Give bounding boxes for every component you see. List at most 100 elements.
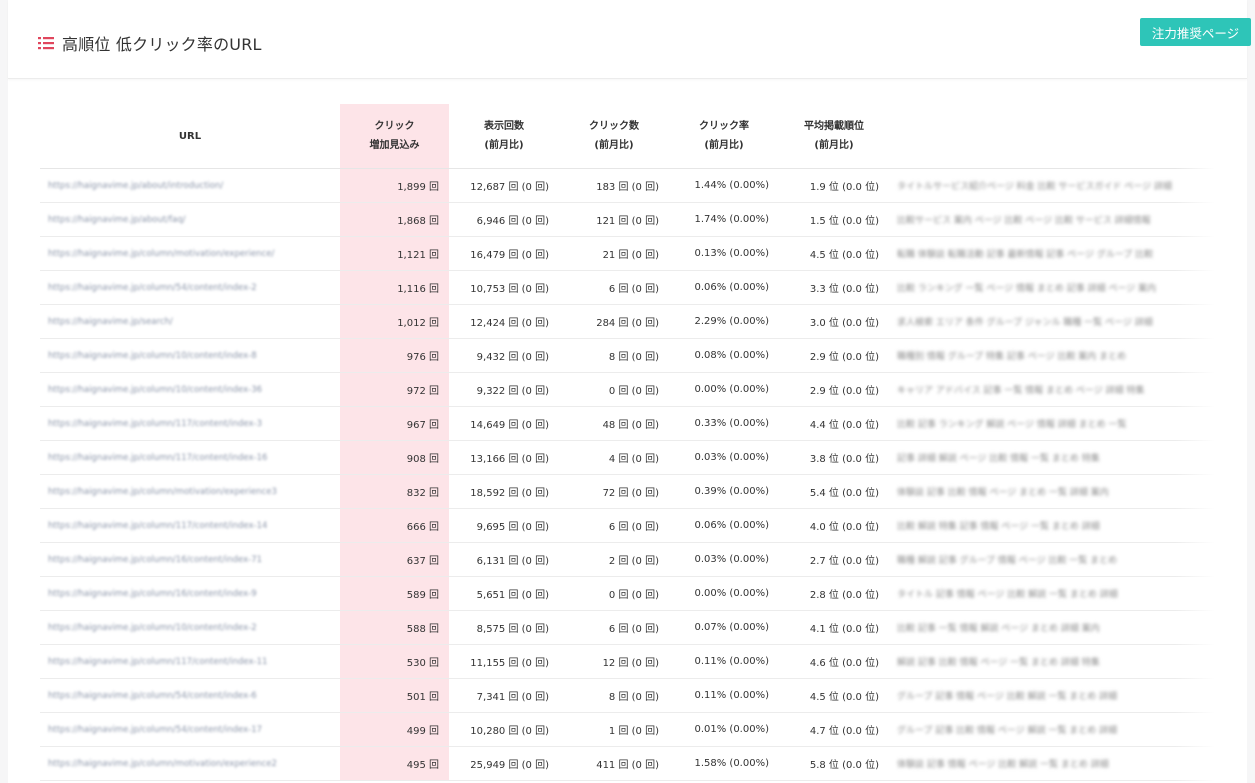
url-link[interactable]: https://haignavime.jp/search/ bbox=[48, 317, 173, 327]
url-link[interactable]: https://haignavime.jp/column/10/content/… bbox=[48, 385, 262, 395]
cell-title: 求人検索 エリア 条件 グループ ジャンル 職種 一覧 ページ 詳細 bbox=[889, 304, 1215, 339]
page-title-text: 比較 ランキング 一覧 ページ 情報 まとめ 記事 詳細 ページ 案内 bbox=[897, 284, 1157, 294]
column-header-clicks[interactable]: クリック数 (前月比) bbox=[559, 104, 669, 169]
cell-ctr: 0.39% (0.00%) bbox=[669, 474, 779, 509]
cell-title: タイトル 記事 情報 ページ 比較 解説 一覧 まとめ 詳細 bbox=[889, 576, 1215, 611]
table-row[interactable]: https://haignavime.jp/column/10/content/… bbox=[40, 372, 1215, 407]
cell-gain: 501 回 bbox=[340, 678, 449, 713]
column-header-sublabel: (前月比) bbox=[594, 140, 634, 151]
column-header-label: クリック率 bbox=[699, 121, 749, 132]
table-row[interactable]: https://haignavime.jp/column/motivation/… bbox=[40, 746, 1215, 781]
cell-url: https://haignavime.jp/column/16/content/… bbox=[40, 576, 340, 611]
column-header-position[interactable]: 平均掲載順位 (前月比) bbox=[779, 104, 889, 169]
page-title-text: 解説 記事 比較 情報 ページ 一覧 まとめ 詳細 特集 bbox=[897, 658, 1100, 668]
cell-url: https://haignavime.jp/column/10/content/… bbox=[40, 338, 340, 373]
cell-impressions: 10,753 回 (0 回) bbox=[449, 270, 559, 305]
table-row[interactable]: https://haignavime.jp/column/117/content… bbox=[40, 644, 1215, 679]
table-row[interactable]: https://haignavime.jp/column/motivation/… bbox=[40, 474, 1215, 509]
cell-url: https://haignavime.jp/column/10/content/… bbox=[40, 372, 340, 407]
cell-url: https://haignavime.jp/column/motivation/… bbox=[40, 746, 340, 781]
url-link[interactable]: https://haignavime.jp/column/motivation/… bbox=[48, 249, 274, 259]
cell-url: https://haignavime.jp/column/117/content… bbox=[40, 508, 340, 543]
column-header-label: クリック数 bbox=[589, 121, 639, 132]
url-link[interactable]: https://haignavime.jp/column/motivation/… bbox=[48, 487, 277, 497]
table-row[interactable]: https://haignavime.jp/column/10/content/… bbox=[40, 610, 1215, 645]
table-row[interactable]: https://haignavime.jp/column/54/content/… bbox=[40, 678, 1215, 713]
cell-position: 4.7 位 (0.0 位) bbox=[779, 712, 889, 747]
table-row[interactable]: https://haignavime.jp/column/54/content/… bbox=[40, 712, 1215, 747]
cell-gain: 908 回 bbox=[340, 440, 449, 475]
cell-gain: 530 回 bbox=[340, 644, 449, 679]
table-row[interactable]: https://haignavime.jp/column/16/content/… bbox=[40, 576, 1215, 611]
cell-url: https://haignavime.jp/search/ bbox=[40, 304, 340, 339]
cell-ctr: 1.58% (0.00%) bbox=[669, 746, 779, 781]
page-title-text: グループ 記事 比較 情報 ページ 解説 一覧 まとめ 詳細 bbox=[897, 726, 1118, 736]
cell-title: 体験談 記事 情報 ページ 比較 解説 一覧 まとめ 詳細 bbox=[889, 746, 1215, 781]
url-link[interactable]: https://haignavime.jp/column/117/content… bbox=[48, 453, 267, 463]
cell-title: 比較 記事 一覧 情報 解説 ページ まとめ 詳細 案内 bbox=[889, 610, 1215, 645]
column-header-title[interactable] bbox=[889, 104, 1215, 169]
url-link[interactable]: https://haignavime.jp/column/54/content/… bbox=[48, 725, 262, 735]
cell-clicks: 0 回 (0 回) bbox=[559, 372, 669, 407]
cell-ctr: 0.11% (0.00%) bbox=[669, 644, 779, 679]
url-link[interactable]: https://haignavime.jp/column/10/content/… bbox=[48, 351, 257, 361]
table-row[interactable]: https://haignavime.jp/column/10/content/… bbox=[40, 338, 1215, 373]
page-title-text: 求人検索 エリア 条件 グループ ジャンル 職種 一覧 ページ 詳細 bbox=[897, 318, 1153, 328]
cell-clicks: 0 回 (0 回) bbox=[559, 576, 669, 611]
table-row[interactable]: https://haignavime.jp/search/1,012 回 12,4… bbox=[40, 304, 1215, 339]
column-header-sublabel: (前月比) bbox=[484, 140, 524, 151]
table-row[interactable]: https://haignavime.jp/column/16/content/… bbox=[40, 542, 1215, 577]
column-header-label: URL bbox=[178, 130, 202, 142]
cell-impressions: 25,949 回 (0 回) bbox=[449, 746, 559, 781]
url-link[interactable]: https://haignavime.jp/column/16/content/… bbox=[48, 555, 262, 565]
cell-clicks: 12 回 (0 回) bbox=[559, 644, 669, 679]
url-link[interactable]: https://haignavime.jp/about/introduction… bbox=[48, 181, 223, 191]
cell-clicks: 8 回 (0 回) bbox=[559, 678, 669, 713]
column-header-gain[interactable]: クリック 増加見込み bbox=[340, 104, 449, 169]
url-link[interactable]: https://haignavime.jp/column/10/content/… bbox=[48, 623, 257, 633]
cell-position: 5.4 位 (0.0 位) bbox=[779, 474, 889, 509]
cell-position: 3.0 位 (0.0 位) bbox=[779, 304, 889, 339]
page-title-text: 比較サービス 案内 ページ 比較 ページ 比較 サービス 詳細情報 bbox=[897, 216, 1151, 226]
table-row[interactable]: https://haignavime.jp/column/54/content/… bbox=[40, 270, 1215, 305]
cell-gain: 832 回 bbox=[340, 474, 449, 509]
url-link[interactable]: https://haignavime.jp/column/117/content… bbox=[48, 657, 267, 667]
url-link[interactable]: https://haignavime.jp/column/117/content… bbox=[48, 521, 267, 531]
table-row[interactable]: https://haignavime.jp/about/faq/1,868 回6… bbox=[40, 202, 1215, 237]
cell-gain: 976 回 bbox=[340, 338, 449, 373]
cell-clicks: 6 回 (0 回) bbox=[559, 270, 669, 305]
column-header-sublabel: (前月比) bbox=[814, 140, 854, 151]
url-link[interactable]: https://haignavime.jp/column/motivation/… bbox=[48, 759, 277, 769]
url-link[interactable]: https://haignavime.jp/column/54/content/… bbox=[48, 283, 257, 293]
column-header-url[interactable]: URL bbox=[40, 104, 340, 169]
focus-pages-button[interactable]: 注力推奨ページ bbox=[1140, 18, 1251, 46]
list-icon bbox=[38, 37, 54, 50]
cell-impressions: 12,424 回 (0 回) bbox=[449, 304, 559, 339]
right-fade bbox=[1175, 104, 1215, 781]
url-link[interactable]: https://haignavime.jp/column/16/content/… bbox=[48, 589, 257, 599]
table-row[interactable]: https://haignavime.jp/column/motivation/… bbox=[40, 236, 1215, 271]
column-header-ctr[interactable]: クリック率 (前月比) bbox=[669, 104, 779, 169]
table-row[interactable]: https://haignavime.jp/about/introduction… bbox=[40, 168, 1215, 203]
cell-impressions: 7,341 回 (0 回) bbox=[449, 678, 559, 713]
cell-gain: 588 回 bbox=[340, 610, 449, 645]
cell-gain: 1,012 回 bbox=[340, 304, 449, 339]
page-title-text: 比較 解説 特集 記事 情報 ページ 一覧 まとめ 詳細 bbox=[897, 522, 1100, 532]
table-row[interactable]: https://haignavime.jp/column/117/content… bbox=[40, 406, 1215, 441]
url-link[interactable]: https://haignavime.jp/column/54/content/… bbox=[48, 691, 257, 701]
cell-url: https://haignavime.jp/column/motivation/… bbox=[40, 474, 340, 509]
cell-impressions: 10,280 回 (0 回) bbox=[449, 712, 559, 747]
cell-clicks: 72 回 (0 回) bbox=[559, 474, 669, 509]
cell-url: https://haignavime.jp/column/10/content/… bbox=[40, 610, 340, 645]
column-header-impressions[interactable]: 表示回数 (前月比) bbox=[449, 104, 559, 169]
title-group: 高順位 低クリック率のURL bbox=[38, 31, 262, 55]
table-row[interactable]: https://haignavime.jp/column/117/content… bbox=[40, 440, 1215, 475]
url-link[interactable]: https://haignavime.jp/column/117/content… bbox=[48, 419, 262, 429]
table-row[interactable]: https://haignavime.jp/column/117/content… bbox=[40, 508, 1215, 543]
cell-position: 2.9 位 (0.0 位) bbox=[779, 338, 889, 373]
cell-url: https://haignavime.jp/about/faq/ bbox=[40, 202, 340, 237]
cell-impressions: 13,166 回 (0 回) bbox=[449, 440, 559, 475]
cell-title: グループ 記事 比較 情報 ページ 解説 一覧 まとめ 詳細 bbox=[889, 712, 1215, 747]
url-link[interactable]: https://haignavime.jp/about/faq/ bbox=[48, 215, 186, 225]
column-header-label: クリック bbox=[374, 121, 415, 132]
